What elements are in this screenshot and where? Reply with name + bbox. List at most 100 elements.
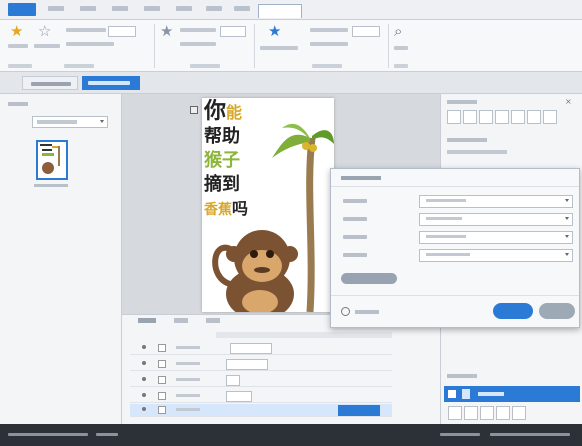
trigger-dropdown[interactable] <box>419 195 573 208</box>
ok-button[interactable] <box>493 303 533 319</box>
option-label <box>180 28 216 32</box>
up-icon[interactable] <box>495 110 509 124</box>
search-icon[interactable] <box>447 110 461 124</box>
item-checkbox[interactable] <box>448 390 456 398</box>
delay-stepper[interactable] <box>220 26 246 37</box>
layer-clip[interactable] <box>226 359 268 370</box>
select-object-button[interactable] <box>341 273 397 284</box>
group-caption <box>8 64 32 68</box>
delete-icon[interactable] <box>543 110 557 124</box>
group-caption <box>190 64 220 68</box>
tab-transition[interactable] <box>144 6 160 11</box>
field-label <box>343 217 367 221</box>
table-row[interactable] <box>130 374 392 387</box>
down-icon[interactable] <box>511 110 525 124</box>
layer-name <box>176 408 200 411</box>
slide[interactable]: 你能 帮助 猴子 摘到 香蕉吗 <box>202 98 334 312</box>
layer-clip[interactable] <box>226 391 252 402</box>
row-checkbox[interactable] <box>158 376 166 384</box>
learn-more-link[interactable] <box>355 310 379 314</box>
eye-icon[interactable] <box>142 345 146 349</box>
start-dropdown[interactable] <box>419 213 573 226</box>
row-checkbox[interactable] <box>158 344 166 352</box>
table-row[interactable] <box>130 342 392 355</box>
add-animation-label <box>260 46 298 50</box>
chevron-down-icon <box>100 120 104 123</box>
tab-timeline[interactable] <box>138 318 156 323</box>
slide-pane <box>0 94 122 424</box>
layer-name <box>176 378 200 381</box>
add-icon[interactable] <box>448 406 462 420</box>
document-tab-row <box>0 72 582 94</box>
group-caption <box>394 64 408 68</box>
eye-icon[interactable] <box>142 407 146 411</box>
ribbon-divider <box>254 24 255 68</box>
duration-stepper[interactable] <box>108 26 136 37</box>
layer-clip[interactable] <box>226 375 240 386</box>
layer-clip-active[interactable] <box>338 405 380 416</box>
status-view-buttons[interactable] <box>440 433 480 436</box>
cancel-button[interactable] <box>539 303 575 319</box>
chevron-down-icon <box>565 199 569 202</box>
document-tab-template[interactable] <box>22 76 78 90</box>
star-icon[interactable]: ★ <box>10 24 23 39</box>
tab-design[interactable] <box>112 6 128 11</box>
add-icon[interactable] <box>527 110 541 124</box>
slide-thumbnail[interactable] <box>36 140 68 180</box>
ribbon: ★ ☆ ★ ★ ⌕ <box>0 20 582 72</box>
close-icon[interactable]: × <box>565 98 575 106</box>
poster-word: 摘到 <box>204 174 240 195</box>
dropdown-value <box>426 199 466 202</box>
scroll-handle[interactable] <box>190 106 198 114</box>
tab-format[interactable] <box>258 4 302 18</box>
tab-review[interactable] <box>206 6 222 11</box>
animation-star-icon[interactable]: ★ <box>268 24 281 39</box>
animation-entry-label <box>447 138 487 142</box>
table-row[interactable] <box>130 390 392 403</box>
duration-field[interactable] <box>352 26 380 37</box>
table-row-selected[interactable] <box>130 404 392 417</box>
dropdown-value <box>426 235 466 238</box>
tab-insert[interactable] <box>80 6 96 11</box>
tab-animation[interactable] <box>176 6 192 11</box>
animation-list-item[interactable] <box>444 386 580 402</box>
document-tab-active[interactable] <box>82 76 140 90</box>
timeline-tabs <box>132 314 252 328</box>
row-checkbox[interactable] <box>158 406 166 414</box>
tab-home[interactable] <box>48 6 64 11</box>
field-label <box>343 199 367 203</box>
zoom-slider[interactable] <box>490 433 570 436</box>
tab-state[interactable] <box>174 318 188 323</box>
row-checkbox[interactable] <box>158 392 166 400</box>
tab-file[interactable] <box>8 3 36 16</box>
action-dropdown[interactable] <box>419 231 573 244</box>
down-icon[interactable] <box>496 406 510 420</box>
edit-icon[interactable] <box>463 110 477 124</box>
slide-filter-dropdown[interactable] <box>32 116 108 128</box>
dialog-title-bar <box>331 169 579 187</box>
option-label <box>310 42 348 46</box>
favorite-star-icon[interactable]: ☆ <box>38 24 51 39</box>
copy-icon[interactable] <box>479 110 493 124</box>
tab-view[interactable] <box>234 6 250 11</box>
table-row[interactable] <box>130 358 392 371</box>
ribbon-divider <box>154 24 155 68</box>
eye-icon[interactable] <box>142 361 146 365</box>
copy-icon[interactable] <box>464 406 478 420</box>
dialog-title <box>341 176 381 180</box>
animation-star-icon[interactable]: ★ <box>160 24 173 39</box>
tab-notes[interactable] <box>206 318 220 323</box>
delete-icon[interactable] <box>512 406 526 420</box>
poster-word: 香蕉 <box>204 202 232 218</box>
animation-settings-dialog <box>330 168 580 328</box>
help-circle-icon[interactable] <box>341 307 350 316</box>
row-checkbox[interactable] <box>158 360 166 368</box>
preview-search-icon[interactable]: ⌕ <box>394 24 402 39</box>
target-dropdown[interactable] <box>419 249 573 262</box>
poster-word: 帮助 <box>204 126 240 147</box>
eye-icon[interactable] <box>142 393 146 397</box>
time-ruler <box>216 332 392 338</box>
layer-clip[interactable] <box>230 343 272 354</box>
eye-icon[interactable] <box>142 377 146 381</box>
up-icon[interactable] <box>480 406 494 420</box>
